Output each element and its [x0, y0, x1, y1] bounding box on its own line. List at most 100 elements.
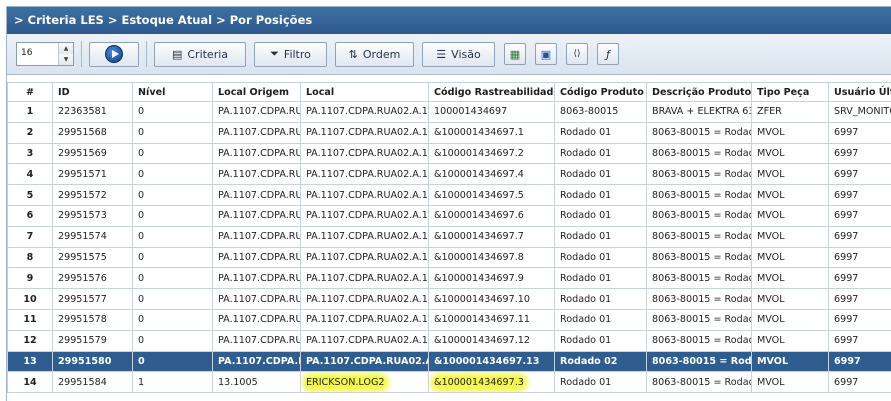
table-cell: PA.1107.CDPA.RU	[212, 184, 301, 206]
table-cell: Rodado 01	[554, 121, 647, 144]
table-row[interactable]: 9 29951576 0 PA.1107.CDPA.RU PA.1107.CDPA.RU…	[7, 267, 891, 290]
sort-az-icon: ⇅	[348, 47, 358, 61]
col-header[interactable]: ID	[52, 82, 133, 102]
col-header[interactable]: Nível	[132, 82, 213, 102]
table-row[interactable]: 14 29951584 1 13.1005 ERICKSON.LOG2 &10000143…	[7, 371, 891, 394]
cell-text: 6997	[834, 376, 859, 388]
visao-button[interactable]: ☰ Visão	[422, 41, 495, 67]
row-number: 14	[7, 371, 53, 394]
table-cell: 100001434697	[428, 101, 555, 123]
table-cell: 6997	[828, 288, 891, 310]
table-cell: &100001434697.9	[428, 267, 555, 290]
table-row[interactable]: 6 29951573 0 PA.1107.CDPA.RU PA.1107.CDPA.RU…	[7, 204, 891, 227]
stepper-arrows[interactable]: ▲ ▼	[58, 43, 73, 65]
chevron-up-icon[interactable]: ▲	[59, 43, 73, 54]
criteria-button[interactable]: ▤ Criteria	[154, 41, 246, 67]
cell-text: MVOL	[757, 168, 785, 180]
cell-text: 0	[138, 251, 145, 263]
cell-text: 2	[26, 127, 34, 139]
table-row[interactable]: 13 29951580 0 PA.1107.CDPA.RU PA.1107.CDPA.R…	[7, 350, 891, 373]
table-cell: PA.1107.CDPA.RUA02.A.1.	[300, 163, 429, 186]
col-header[interactable]: Código Produto	[554, 82, 647, 102]
table-cell: PA.1107.CDPA.RUA02.A.1.	[300, 267, 429, 290]
table-cell: 0	[132, 204, 213, 227]
col-header[interactable]: Usuário Últim	[828, 82, 891, 102]
run-button[interactable]	[89, 41, 139, 67]
cell-text: 29951568	[58, 127, 107, 139]
table-cell: 29951578	[52, 308, 133, 331]
row-number: 7	[7, 225, 53, 248]
table-row[interactable]: 1 22363581 0 PA.1107.CDPA.RU PA.1107.CDPA.RU…	[7, 101, 891, 123]
col-header[interactable]: Descrição Produto	[646, 82, 752, 102]
table-cell: MVOL	[751, 246, 829, 269]
table-row[interactable]: 2 29951568 0 PA.1107.CDPA.RU PA.1107.CDPA.RU…	[7, 121, 891, 144]
criteria-icon: ▤	[171, 47, 183, 61]
table-cell: 6997	[828, 350, 891, 373]
table-cell: 8063-80015	[554, 101, 647, 123]
table-cell: 29951580	[52, 350, 133, 373]
table-row[interactable]: 4 29951571 0 PA.1107.CDPA.RU PA.1107.CDPA.RU…	[7, 163, 891, 186]
export-button[interactable]: ▦	[504, 43, 526, 65]
table-cell: Rodado 01	[554, 246, 647, 269]
table-cell: 0	[132, 225, 213, 248]
cell-text: PA.1107.CDPA.RUA02.A.1.	[306, 314, 429, 326]
cell-text: &100001434697.5	[434, 189, 524, 201]
table-cell: Rodado 01	[554, 288, 647, 310]
table-cell: 8063-80015 = Rodad	[646, 371, 752, 394]
table-row[interactable]: 8 29951575 0 PA.1107.CDPA.RU PA.1107.CDPA.RU…	[7, 246, 891, 269]
table-cell: PA.1107.CDPA.RU	[212, 329, 301, 352]
cell-text: PA.1107.CDPA.RUA02.A.1.	[306, 168, 429, 180]
table-cell: 6997	[828, 267, 891, 290]
table-cell: &100001434697.10	[428, 288, 555, 310]
table-cell: PA.1107.CDPA.RUA02.A.1.	[300, 101, 429, 123]
function-button[interactable]: ƒ	[597, 43, 619, 65]
table-cell: 6997	[828, 329, 891, 352]
chevron-down-icon[interactable]: ▼	[59, 54, 73, 65]
save-button[interactable]: ▣	[535, 43, 557, 65]
row-number: 5	[7, 184, 53, 206]
cell-text: 14	[23, 376, 37, 388]
filtro-button[interactable]: ⏷ Filtro	[254, 41, 327, 67]
row-number: 3	[7, 142, 53, 165]
cell-text: 0	[138, 335, 145, 347]
table-cell: Rodado 01	[554, 308, 647, 331]
col-header[interactable]: Código Rastreabilidade	[428, 82, 555, 102]
col-header[interactable]: #	[7, 82, 53, 102]
table-cell: PA.1107.CDPA.RUA02.A.1.	[300, 184, 429, 206]
cell-text: Rodado 01	[560, 168, 612, 180]
ordem-button[interactable]: ⇅ Ordem	[335, 41, 414, 67]
table-row[interactable]: 3 29951569 0 PA.1107.CDPA.RU PA.1107.CDPA.RU…	[7, 142, 891, 165]
cell-text: Rodado 02	[560, 355, 618, 367]
table-cell: 8063-80015 = Rodad	[646, 350, 752, 373]
table-cell: 29951573	[52, 204, 133, 227]
cell-text: 6997	[834, 314, 859, 326]
cell-text: 8063-80015 = Rodad	[652, 210, 752, 222]
col-header[interactable]: Local	[300, 82, 429, 102]
cell-text: 29951576	[58, 272, 107, 284]
table-cell: PA.1107.CDPA.RU	[212, 163, 301, 186]
cell-text: Rodado 01	[560, 272, 612, 284]
cell-text: MVOL	[757, 355, 789, 367]
cell-text: &100001434697.12	[434, 335, 530, 347]
page-size-value[interactable]: 16	[17, 43, 58, 65]
col-header[interactable]: Local Origem	[212, 82, 301, 102]
table-cell: 8063-80015 = Rodad	[646, 246, 752, 269]
table-row[interactable]: 12 29951579 0 PA.1107.CDPA.RU PA.1107.CDPA.R…	[7, 329, 891, 352]
cell-text: ERICKSON.LOG2	[306, 376, 385, 388]
cell-text: 0	[138, 272, 145, 284]
table-cell: 29951576	[52, 267, 133, 290]
cell-text: &100001434697.2	[434, 147, 524, 159]
col-header[interactable]: Tipo Peça	[751, 82, 829, 102]
code-icon: ⟨⟩	[573, 49, 581, 59]
table-row[interactable]: 10 29951577 0 PA.1107.CDPA.RU PA.1107.CDPA.R…	[7, 288, 891, 310]
table-cell: 0	[132, 121, 213, 144]
table-cell: &100001434697.12	[428, 329, 555, 352]
table-row[interactable]: 5 29951572 0 PA.1107.CDPA.RU PA.1107.CDPA.RU…	[7, 184, 891, 206]
code-button[interactable]: ⟨⟩	[566, 43, 588, 65]
table-row[interactable]: 7 29951574 0 PA.1107.CDPA.RU PA.1107.CDPA.RU…	[7, 225, 891, 248]
table-cell: 8063-80015 = Rodad	[646, 288, 752, 310]
table-cell: MVOL	[751, 371, 829, 394]
table-row[interactable]: 11 29951578 0 PA.1107.CDPA.RU PA.1107.CDPA.R…	[7, 308, 891, 331]
table-cell: MVOL	[751, 350, 829, 373]
page-size-stepper[interactable]: 16 ▲ ▼	[16, 42, 74, 66]
